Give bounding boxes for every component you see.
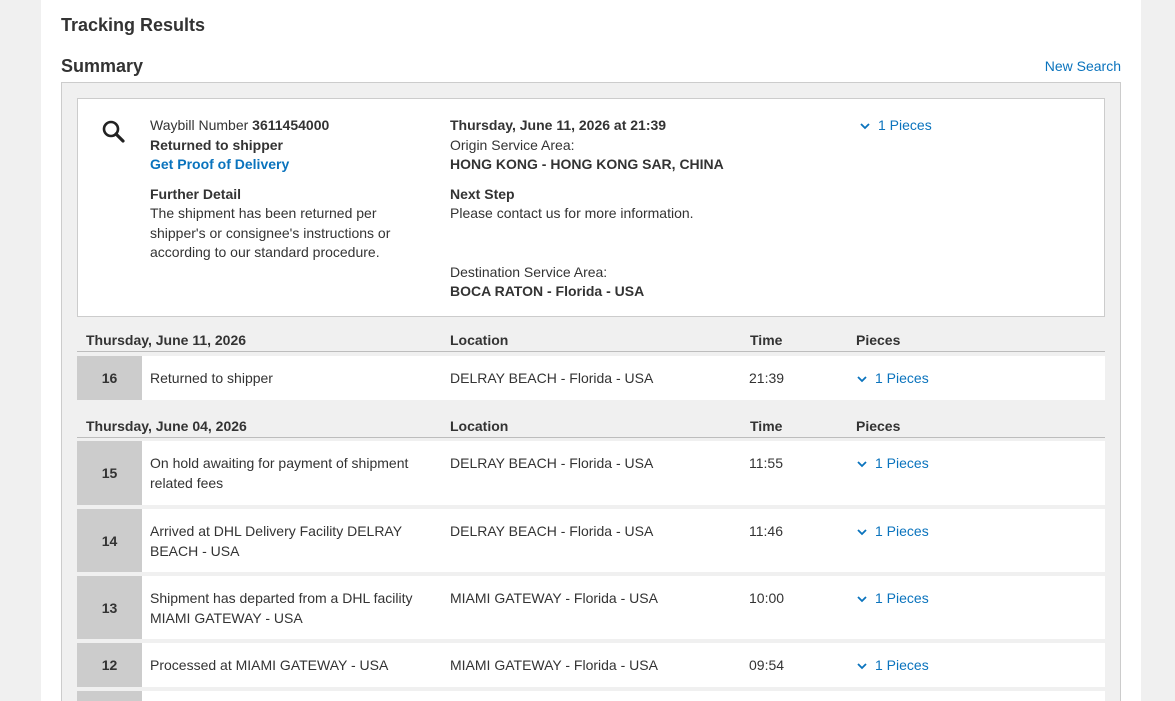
further-detail-label: Further Detail (150, 185, 242, 202)
group-date: Thursday, June 11, 2026 (86, 332, 247, 348)
summary-pieces-label[interactable]: 1 Pieces (878, 117, 932, 133)
event-number (77, 691, 142, 701)
event-row: 13 Shipment has departed from a DHL faci… (77, 576, 1105, 639)
chevron-down-icon (860, 118, 870, 138)
tracking-page: Tracking Results Summary New Search Wayb… (41, 0, 1141, 701)
event-number: 16 (77, 356, 142, 400)
event-description: Shipment has departed from a DHL facilit… (150, 590, 413, 626)
summary-card: Waybill Number 3611454000 Returned to sh… (77, 98, 1105, 317)
event-pieces-toggle[interactable]: 1 Pieces (857, 369, 929, 391)
event-location: DELRAY BEACH - Florida - USA (450, 523, 654, 539)
proof-of-delivery-link[interactable]: Get Proof of Delivery (150, 155, 400, 175)
event-location: MIAMI GATEWAY - Florida - USA (450, 590, 658, 606)
event-number: 14 (77, 509, 142, 572)
chevron-down-icon (857, 371, 867, 391)
new-search-link[interactable]: New Search (1045, 58, 1121, 74)
next-step-label: Next Step (450, 185, 515, 202)
time-header: Time (750, 332, 783, 348)
summary-pieces-toggle[interactable]: 1 Pieces (860, 116, 932, 138)
event-pieces-toggle[interactable]: 1 Pieces (857, 454, 929, 476)
location-header: Location (450, 418, 509, 434)
event-description: Arrived at DHL Delivery Facility DELRAY … (150, 523, 402, 559)
event-description: On hold awaiting for payment of shipment… (150, 455, 409, 491)
event-time: 21:39 (749, 370, 785, 386)
event-pieces-label[interactable]: 1 Pieces (875, 590, 929, 606)
service-area-column: Thursday, June 11, 2026 at 21:39 Origin … (450, 116, 780, 302)
waybill-number: 3611454000 (252, 117, 330, 133)
event-time: 11:46 (749, 523, 783, 539)
event-time: 11:55 (749, 455, 783, 471)
destination-value: BOCA RATON - Florida - USA (450, 283, 645, 299)
destination-label: Destination Service Area: (450, 263, 608, 280)
shipment-status: Returned to shipper (150, 136, 284, 153)
event-row (77, 691, 1105, 701)
location-header: Location (450, 332, 509, 348)
event-location: DELRAY BEACH - Florida - USA (450, 455, 654, 471)
chevron-down-icon (857, 658, 867, 678)
event-row: 16 Returned to shipper DELRAY BEACH - Fl… (77, 356, 1105, 400)
date-group-header: Thursday, June 11, 2026 Location Time Pi… (77, 332, 1105, 352)
pieces-header: Pieces (856, 332, 901, 348)
waybill-label: Waybill Number (150, 117, 249, 133)
event-description: Processed at MIAMI GATEWAY - USA (150, 657, 389, 673)
chevron-down-icon (857, 456, 867, 476)
event-description: Returned to shipper (150, 370, 273, 386)
chevron-down-icon (857, 591, 867, 611)
last-update-datetime: Thursday, June 11, 2026 at 21:39 (450, 117, 667, 133)
date-group-header: Thursday, June 04, 2026 Location Time Pi… (77, 418, 1105, 438)
event-time: 10:00 (749, 590, 785, 606)
page-title: Tracking Results (61, 15, 206, 35)
time-header: Time (750, 418, 783, 434)
event-number: 12 (77, 643, 142, 687)
waybill-column: Waybill Number 3611454000 Returned to sh… (150, 116, 400, 263)
event-pieces-label[interactable]: 1 Pieces (875, 657, 929, 673)
group-date: Thursday, June 04, 2026 (86, 418, 247, 434)
event-pieces-label[interactable]: 1 Pieces (875, 370, 929, 386)
event-pieces-toggle[interactable]: 1 Pieces (857, 656, 929, 678)
chevron-down-icon (857, 524, 867, 544)
event-row: 14 Arrived at DHL Delivery Facility DELR… (77, 509, 1105, 572)
event-location: MIAMI GATEWAY - Florida - USA (450, 657, 658, 673)
search-icon (101, 119, 127, 145)
event-row: 15 On hold awaiting for payment of shipm… (77, 441, 1105, 505)
origin-label: Origin Service Area: (450, 136, 575, 153)
event-pieces-label[interactable]: 1 Pieces (875, 455, 929, 471)
event-pieces-toggle[interactable]: 1 Pieces (857, 522, 929, 544)
waybill-line: Waybill Number 3611454000 (150, 116, 400, 136)
pieces-header: Pieces (856, 418, 901, 434)
event-number: 13 (77, 576, 142, 639)
event-time: 09:54 (749, 657, 785, 673)
next-step-text: Please contact us for more information. (450, 205, 694, 221)
event-location: DELRAY BEACH - Florida - USA (450, 370, 654, 386)
event-row: 12 Processed at MIAMI GATEWAY - USA MIAM… (77, 643, 1105, 687)
summary-title: Summary (61, 56, 144, 76)
event-pieces-toggle[interactable]: 1 Pieces (857, 589, 929, 611)
results-container: Waybill Number 3611454000 Returned to sh… (61, 82, 1121, 701)
event-pieces-label[interactable]: 1 Pieces (875, 523, 929, 539)
further-detail-text: The shipment has been returned per shipp… (150, 205, 391, 260)
event-number: 15 (77, 441, 142, 505)
origin-value: HONG KONG - HONG KONG SAR, CHINA (450, 156, 724, 172)
